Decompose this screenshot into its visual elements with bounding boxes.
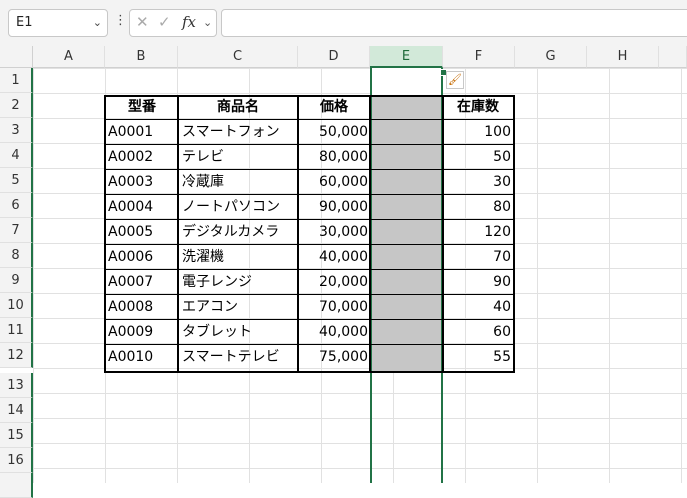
column-header-next[interactable] [659,46,687,68]
column-header-e[interactable]: E [370,46,443,68]
cell-product[interactable]: 冷蔵庫 [180,170,298,195]
cell-price[interactable]: 60,000 [298,170,370,195]
table-row-divider [104,294,515,295]
row-header[interactable]: 11 [0,318,33,343]
row-header[interactable]: 12 [0,343,33,368]
cell-stock[interactable]: 80 [443,195,513,220]
table-row-divider [104,269,515,270]
row-header[interactable]: 13 [0,373,33,398]
row-header[interactable]: 16 [0,448,33,473]
cell-product[interactable]: テレビ [180,145,298,170]
cell-model[interactable]: A0007 [106,270,178,295]
cell-product[interactable]: スマートテレビ [180,345,298,370]
cell-product[interactable]: 洗濯機 [180,245,298,270]
row-header[interactable]: 6 [0,193,33,218]
cell-stock[interactable]: 60 [443,320,513,345]
table-row-divider [104,244,515,245]
formula-bar-area: E1 ⌄ ⋮ ✕ ✓ fx ⌄ [0,0,687,46]
selection-border-column-e [370,68,443,483]
cell-model[interactable]: A0010 [106,345,178,370]
row-header[interactable]: 7 [0,218,33,243]
table-column-divider [297,95,299,373]
cell-price[interactable]: 20,000 [298,270,370,295]
chevron-down-icon[interactable]: ⌄ [93,16,102,29]
row-header[interactable]: 4 [0,143,33,168]
cell-model[interactable]: A0009 [106,320,178,345]
cell-stock[interactable]: 90 [443,270,513,295]
cell-stock[interactable]: 30 [443,170,513,195]
more-options-icon[interactable]: ⋮ [114,13,127,28]
row-header[interactable]: 5 [0,168,33,193]
formula-input[interactable] [221,9,687,37]
cell-product[interactable]: エアコン [180,295,298,320]
column-header-h[interactable]: H [587,46,659,68]
name-box[interactable]: E1 ⌄ [8,9,108,37]
table-row-divider [104,319,515,320]
column-header-c[interactable]: C [178,46,298,68]
cell-model[interactable]: A0001 [106,120,178,145]
cell-price[interactable]: 30,000 [298,220,370,245]
cell-model[interactable]: A0002 [106,145,178,170]
cell-model[interactable]: A0003 [106,170,178,195]
insert-function-icon[interactable]: fx [182,13,196,31]
table-row-divider [104,169,515,170]
cell-price[interactable]: 70,000 [298,295,370,320]
table-row-divider [104,119,515,120]
cell-stock[interactable]: 40 [443,295,513,320]
row-header[interactable]: 8 [0,243,33,268]
cell-product[interactable]: タブレット [180,320,298,345]
header-product[interactable]: 商品名 [178,95,298,120]
column-header-d[interactable]: D [298,46,370,68]
cell-model[interactable]: A0008 [106,295,178,320]
cell-stock[interactable]: 50 [443,145,513,170]
paintbrush-icon[interactable]: 🖌 [446,71,464,89]
row-header[interactable]: 2 [0,93,33,118]
row-header[interactable]: 14 [0,398,33,423]
cell-stock[interactable]: 70 [443,245,513,270]
cell-product[interactable]: ノートパソコン [180,195,298,220]
cancel-icon[interactable]: ✕ [136,13,149,31]
cell-price[interactable]: 75,000 [298,345,370,370]
cell-model[interactable]: A0004 [106,195,178,220]
table-row-divider [104,144,515,145]
row-header[interactable]: 10 [0,293,33,318]
header-stock[interactable]: 在庫数 [443,95,513,120]
row-header[interactable] [0,473,33,498]
cell-price[interactable]: 90,000 [298,195,370,220]
table-column-divider [442,95,444,373]
row-header[interactable]: 1 [0,68,33,93]
select-all-corner[interactable] [0,46,33,68]
table-row-divider [104,344,515,345]
row-header[interactable]: 3 [0,118,33,143]
header-model[interactable]: 型番 [106,95,178,120]
cell-stock[interactable]: 55 [443,345,513,370]
cell-product[interactable]: デジタルカメラ [180,220,298,245]
cell-price[interactable]: 40,000 [298,320,370,345]
cell-model[interactable]: A0006 [106,245,178,270]
table-column-divider [177,95,179,373]
column-header-f[interactable]: F [443,46,515,68]
cell-price[interactable]: 80,000 [298,145,370,170]
cell-stock[interactable]: 120 [443,220,513,245]
cell-price[interactable]: 50,000 [298,120,370,145]
cell-price[interactable]: 40,000 [298,245,370,270]
cell-model[interactable]: A0005 [106,220,178,245]
row-header[interactable]: 9 [0,268,33,293]
cell-stock[interactable]: 100 [443,120,513,145]
header-price[interactable]: 価格 [298,95,370,120]
table-row-divider [104,219,515,220]
table-row-divider [104,194,515,195]
cell-product[interactable]: 電子レンジ [180,270,298,295]
row-header[interactable]: 15 [0,423,33,448]
enter-icon[interactable]: ✓ [158,13,171,31]
cell-product[interactable]: スマートフォン [180,120,298,145]
column-header-a[interactable]: A [33,46,105,68]
formula-buttons: ✕ ✓ fx ⌄ [129,9,217,37]
chevron-down-icon[interactable]: ⌄ [203,16,212,29]
column-header-g[interactable]: G [515,46,587,68]
name-box-value: E1 [16,15,33,30]
column-header-b[interactable]: B [105,46,178,68]
table-column-divider [369,95,371,373]
